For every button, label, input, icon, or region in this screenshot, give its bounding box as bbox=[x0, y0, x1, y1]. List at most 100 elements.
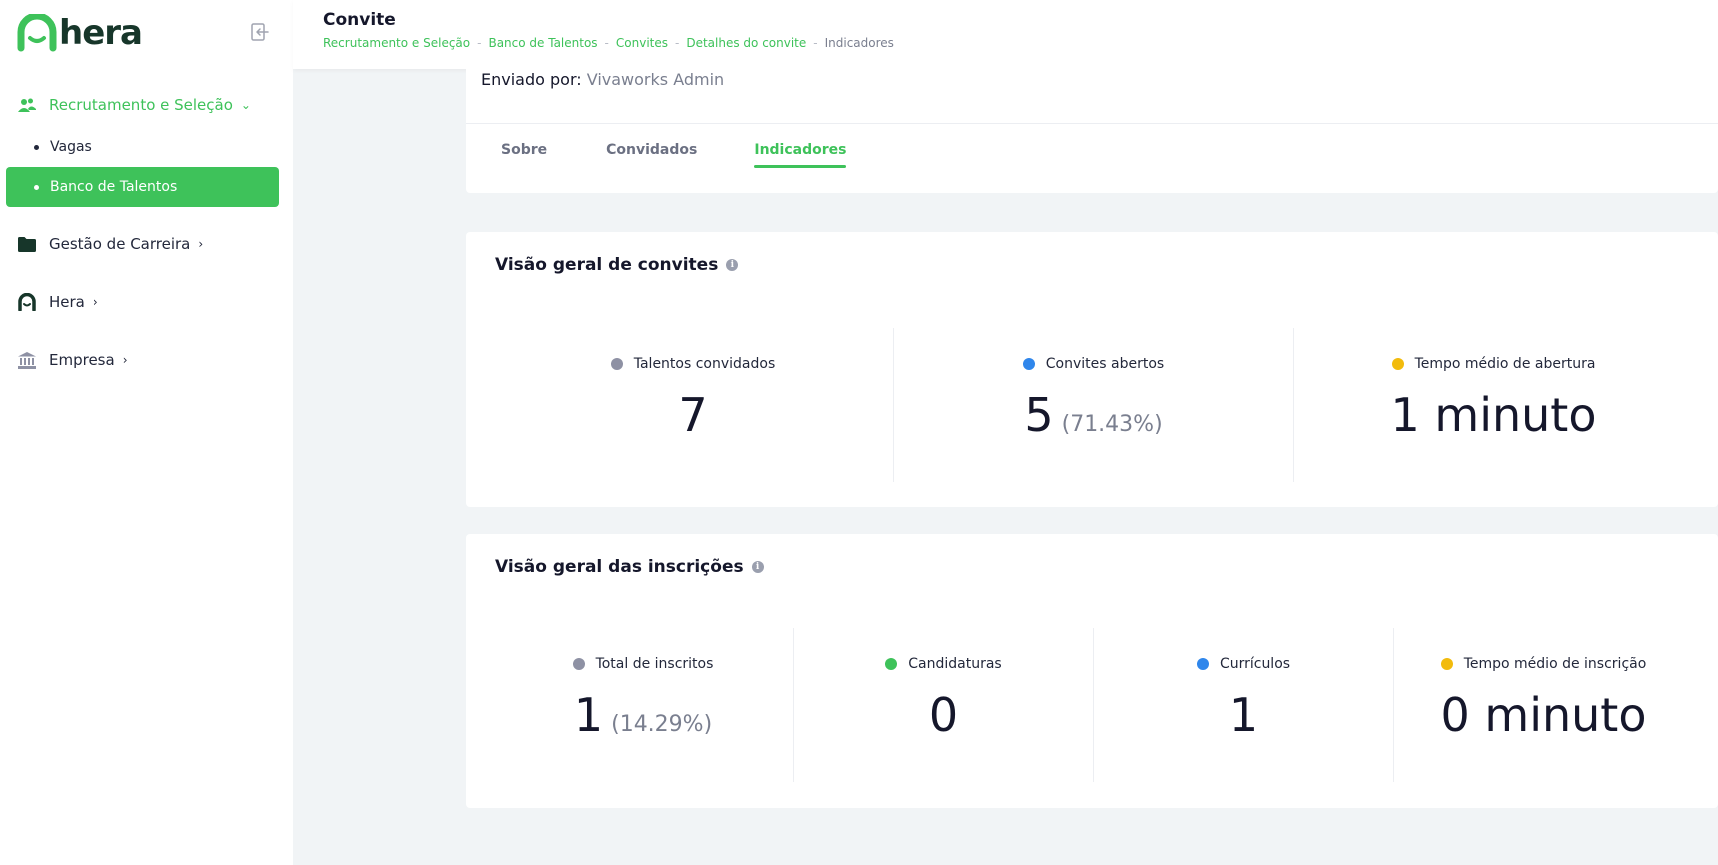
info-icon[interactable]: i bbox=[726, 259, 739, 271]
hera-icon bbox=[17, 292, 37, 312]
invites-overview-card: Visão geral de convites i Talentos convi… bbox=[466, 232, 1718, 507]
tabs: Sobre Convidados Indicadores bbox=[466, 142, 847, 168]
sidebar-item-label: Banco de Talentos bbox=[50, 179, 178, 195]
chevron-right-icon: › bbox=[122, 353, 128, 367]
sidebar-item-label: Empresa bbox=[49, 351, 115, 369]
sidebar-item-label: Hera bbox=[49, 293, 85, 311]
breadcrumb-detalhes-do-convite[interactable]: Detalhes do convite bbox=[686, 36, 806, 50]
invite-info-card: Enviado por: Vivaworks Admin Sobre Convi… bbox=[466, 60, 1718, 193]
section-title: Visão geral de convites bbox=[495, 255, 719, 275]
breadcrumb-separator: - bbox=[604, 36, 609, 50]
metric-value: 1 bbox=[1229, 688, 1258, 742]
status-dot bbox=[610, 358, 623, 370]
metric-convites-abertos: Convites abertos 5 (71.43%) bbox=[893, 328, 1293, 482]
metric-number: 1 bbox=[1228, 688, 1259, 742]
hera-logo-icon bbox=[17, 14, 57, 52]
metric-candidaturas: Candidaturas 0 bbox=[793, 628, 1093, 782]
metric-label: Convites abertos bbox=[1022, 356, 1165, 372]
metric-label-text: Total de inscritos bbox=[595, 656, 714, 672]
breadcrumb-recrutamento[interactable]: Recrutamento e Seleção bbox=[323, 36, 470, 50]
metric-label-text: Tempo médio de inscrição bbox=[1463, 656, 1647, 672]
status-dot bbox=[572, 658, 585, 670]
metric-number: 0 minuto bbox=[1440, 688, 1647, 742]
metric-percent: (71.43%) bbox=[1061, 412, 1163, 437]
hera-logo[interactable]: hera bbox=[17, 14, 143, 52]
metric-label-text: Convites abertos bbox=[1045, 356, 1165, 372]
invites-overview-title: Visão geral de convites i bbox=[495, 255, 739, 275]
sidebar-item-label: Gestão de Carreira bbox=[49, 235, 191, 253]
metric-label-text: Tempo médio de abertura bbox=[1414, 356, 1596, 372]
breadcrumb-separator: - bbox=[477, 36, 482, 50]
metric-label: Total de inscritos bbox=[572, 656, 714, 672]
sidebar-item-banco-de-talentos[interactable]: Banco de Talentos bbox=[6, 167, 279, 207]
breadcrumb-indicadores: Indicadores bbox=[824, 36, 894, 50]
sidebar: hera Recrutamento e Seleção ⌄ Vagas Banc… bbox=[0, 0, 293, 865]
chevron-right-icon: › bbox=[198, 237, 204, 251]
metric-label-text: Talentos convidados bbox=[633, 356, 776, 372]
status-dot bbox=[1196, 658, 1209, 670]
status-dot bbox=[1022, 358, 1035, 370]
metric-value: 5 (71.43%) bbox=[1024, 388, 1162, 442]
metric-label: Candidaturas bbox=[885, 656, 1002, 672]
sidebar-item-label: Vagas bbox=[50, 139, 92, 155]
section-title: Visão geral das inscrições bbox=[495, 557, 744, 577]
folder-icon bbox=[17, 234, 37, 254]
metric-percent: (14.29%) bbox=[611, 712, 713, 737]
status-dot bbox=[1391, 358, 1404, 370]
divider bbox=[466, 123, 1718, 124]
subscriptions-overview-card: Visão geral das inscrições i Total de in… bbox=[466, 534, 1718, 808]
metric-label-text: Currículos bbox=[1219, 656, 1291, 672]
sidebar-item-gestao-de-carreira[interactable]: Gestão de Carreira › bbox=[17, 234, 203, 254]
metric-number: 1 minuto bbox=[1390, 388, 1597, 442]
metric-talentos-convidados: Talentos convidados 7 bbox=[493, 328, 893, 482]
status-dot bbox=[885, 658, 898, 670]
metric-number: 1 bbox=[573, 688, 604, 742]
metric-value: 1 minuto bbox=[1391, 388, 1597, 442]
metric-value: 7 bbox=[678, 388, 707, 442]
metric-value: 0 bbox=[929, 688, 958, 742]
metric-number: 0 bbox=[928, 688, 959, 742]
sender-value: Vivaworks Admin bbox=[586, 70, 725, 89]
sender-label: Enviado por: bbox=[481, 70, 582, 89]
metric-label-text: Candidaturas bbox=[908, 656, 1002, 672]
breadcrumb: Recrutamento e Seleção - Banco de Talent… bbox=[323, 36, 894, 50]
tab-convidados[interactable]: Convidados bbox=[606, 142, 697, 168]
page-header: Convite Recrutamento e Seleção - Banco d… bbox=[293, 0, 1718, 69]
sidebar-item-empresa[interactable]: Empresa › bbox=[17, 350, 128, 370]
subscriptions-metrics: Total de inscritos 1 (14.29%) Candidatur… bbox=[493, 628, 1693, 782]
bullet-icon bbox=[34, 144, 39, 150]
tab-sobre[interactable]: Sobre bbox=[501, 142, 547, 168]
metric-number: 7 bbox=[678, 388, 708, 442]
metric-tempo-medio-abertura: Tempo médio de abertura 1 minuto bbox=[1293, 328, 1693, 482]
breadcrumb-banco-de-talentos[interactable]: Banco de Talentos bbox=[488, 36, 597, 50]
users-icon bbox=[17, 95, 37, 115]
invites-metrics: Talentos convidados 7 Convites abertos 5… bbox=[493, 328, 1693, 482]
breadcrumb-separator: - bbox=[813, 36, 818, 50]
sidebar-item-vagas[interactable]: Vagas bbox=[6, 127, 279, 167]
info-icon[interactable]: i bbox=[751, 561, 764, 573]
metric-tempo-medio-inscricao: Tempo médio de inscrição 0 minuto bbox=[1393, 628, 1693, 782]
subscriptions-overview-title: Visão geral das inscrições i bbox=[495, 557, 764, 577]
bullet-icon bbox=[34, 184, 39, 190]
metric-label: Tempo médio de inscrição bbox=[1440, 656, 1647, 672]
metric-label: Tempo médio de abertura bbox=[1391, 356, 1596, 372]
chevron-down-icon: ⌄ bbox=[240, 98, 251, 112]
chevron-right-icon: › bbox=[92, 295, 98, 309]
metric-value: 1 (14.29%) bbox=[574, 688, 712, 742]
sender-line: Enviado por: Vivaworks Admin bbox=[481, 70, 724, 89]
metric-number: 5 bbox=[1024, 388, 1054, 442]
metric-value: 0 minuto bbox=[1441, 688, 1647, 742]
sidebar-item-label: Recrutamento e Seleção bbox=[49, 96, 233, 114]
bank-icon bbox=[17, 350, 37, 370]
tab-indicadores[interactable]: Indicadores bbox=[754, 142, 847, 168]
collapse-sidebar-icon[interactable] bbox=[250, 22, 270, 42]
breadcrumb-separator: - bbox=[675, 36, 680, 50]
sidebar-item-recrutamento[interactable]: Recrutamento e Seleção ⌄ bbox=[17, 95, 251, 115]
metric-label: Talentos convidados bbox=[610, 356, 776, 372]
status-dot bbox=[1440, 658, 1453, 670]
metric-label: Currículos bbox=[1196, 656, 1291, 672]
breadcrumb-convites[interactable]: Convites bbox=[616, 36, 668, 50]
sidebar-item-hera[interactable]: Hera › bbox=[17, 292, 98, 312]
page-title: Convite bbox=[323, 10, 396, 30]
metric-total-de-inscritos: Total de inscritos 1 (14.29%) bbox=[493, 628, 793, 782]
